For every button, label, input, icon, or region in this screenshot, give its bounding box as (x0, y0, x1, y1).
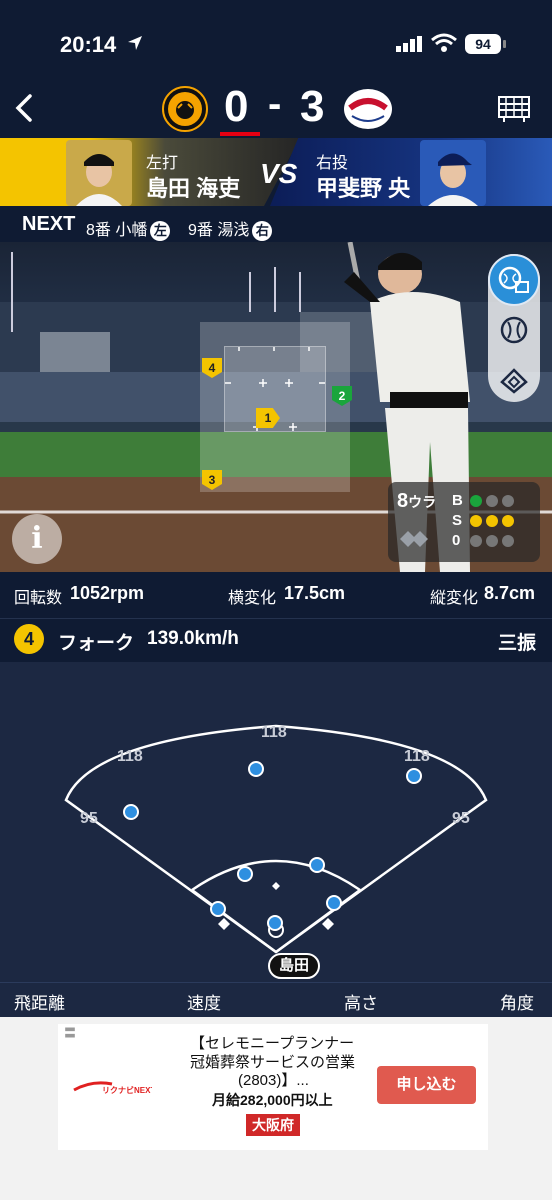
distance-right-center: 118 (404, 748, 430, 765)
next-batter-2-hand: 右 (252, 221, 273, 241)
ball-dot (502, 495, 514, 507)
exit-velocity-label: 速度 (187, 994, 221, 1013)
pitch-number-badge: 4 (14, 624, 44, 654)
next-batter-1: 8番 小幡左 (86, 216, 171, 241)
svg-text:リクナビNEXT: リクナビNEXT (102, 1085, 152, 1095)
status-time: 20:14 (60, 32, 117, 57)
next-label: NEXT (22, 213, 76, 235)
spray-footer (0, 982, 552, 1018)
vs-label: VS (260, 158, 298, 189)
distance-left-line: 95 (80, 810, 98, 827)
ball-dot (486, 495, 498, 507)
strike-dot (486, 515, 498, 527)
inning-indicator: 8ウラ (397, 490, 436, 513)
strike-label: S (452, 512, 463, 529)
info-button[interactable]: i (12, 514, 62, 564)
next-batter-2: 9番 湯浅右 (188, 216, 273, 241)
pitch-type: フォーク (58, 633, 135, 654)
away-score: 3 (300, 82, 325, 131)
pitcher-banner-bg (270, 138, 552, 206)
batter-photo[interactable] (66, 140, 132, 206)
flight-distance-label: 飛距離 (14, 994, 65, 1013)
hbreak-label: 横変化 (228, 590, 277, 607)
lions-team-logo (344, 89, 392, 129)
field-diamond-icon[interactable] (498, 364, 530, 396)
matchup-banner: 左打 島田 海吏 VS 右投 甲斐野 央 (0, 138, 552, 206)
launch-angle-label: 角度 (500, 994, 534, 1013)
strike-dot (470, 515, 482, 527)
ad-title-line-3: (2803)】... (238, 1072, 309, 1089)
next-batter-2-name: 9番 湯浅 (188, 222, 250, 239)
pitch-view-button[interactable] (488, 254, 540, 306)
distance-right-line: 95 (452, 810, 470, 827)
spin-value: 1052rpm (70, 583, 145, 603)
pitch-course-icon (498, 266, 529, 293)
batter-handedness: 左打 (146, 155, 179, 172)
baseball-icon[interactable] (498, 314, 530, 346)
back-chevron-icon[interactable] (12, 92, 36, 124)
pitch-speed: 139.0km/h (147, 628, 239, 649)
spin-label: 回転数 (14, 590, 63, 607)
inning-number: 8 (397, 490, 409, 512)
ball-dot (470, 495, 482, 507)
ad-salary: 月給282,000円以上 (212, 1092, 333, 1108)
spray-chart: 95 118 118 118 95 島田 (0, 662, 552, 982)
distance-center: 118 (261, 724, 287, 741)
next-batters-bar (0, 206, 552, 242)
pitcher-photo[interactable] (420, 140, 486, 206)
height-label: 高さ (344, 994, 378, 1013)
score-underline (220, 132, 260, 136)
batter-name: 島田 海吏 (146, 176, 241, 201)
battery-cap (503, 40, 506, 48)
pitch-result: 三振 (498, 633, 537, 654)
cellular-signal-icon (396, 36, 422, 52)
home-score: 0 (224, 82, 249, 131)
batter-tag: 島田 (268, 953, 320, 979)
battery-indicator: 94 (465, 34, 501, 54)
tigers-team-logo (162, 86, 208, 132)
ad-title-line-1: 【セレモニープランナー (190, 1035, 355, 1052)
ad-logo: リクナビNEXT (72, 1076, 155, 1098)
out-dot (502, 535, 514, 547)
scoreboard-grid-icon[interactable] (498, 95, 530, 123)
next-batter-1-name: 8番 小幡 (86, 222, 148, 239)
vbreak-value: 8.7cm (484, 583, 536, 603)
location-arrow-icon (128, 36, 142, 50)
out-dot (486, 535, 498, 547)
score-separator: - (268, 82, 282, 126)
hbreak-value: 17.5cm (284, 583, 346, 603)
pitcher-name: 甲斐野 央 (316, 176, 411, 201)
ball-label: B (452, 492, 463, 509)
ad-menu-icon[interactable]: 〓 (64, 1024, 76, 1041)
base-runners-icon (400, 531, 428, 547)
next-batter-1-hand: 左 (150, 221, 171, 241)
out-label: 0 (452, 532, 461, 549)
wifi-icon (431, 33, 457, 52)
ad-apply-button[interactable]: 申し込む (377, 1066, 476, 1104)
out-dot (470, 535, 482, 547)
strike-dot (502, 515, 514, 527)
ad-area-badge: 大阪府 (246, 1114, 300, 1136)
distance-left-center: 118 (117, 748, 143, 765)
vbreak-label: 縦変化 (430, 590, 479, 607)
pitcher-handedness: 右投 (316, 155, 349, 172)
inning-half: ウラ (408, 494, 437, 510)
